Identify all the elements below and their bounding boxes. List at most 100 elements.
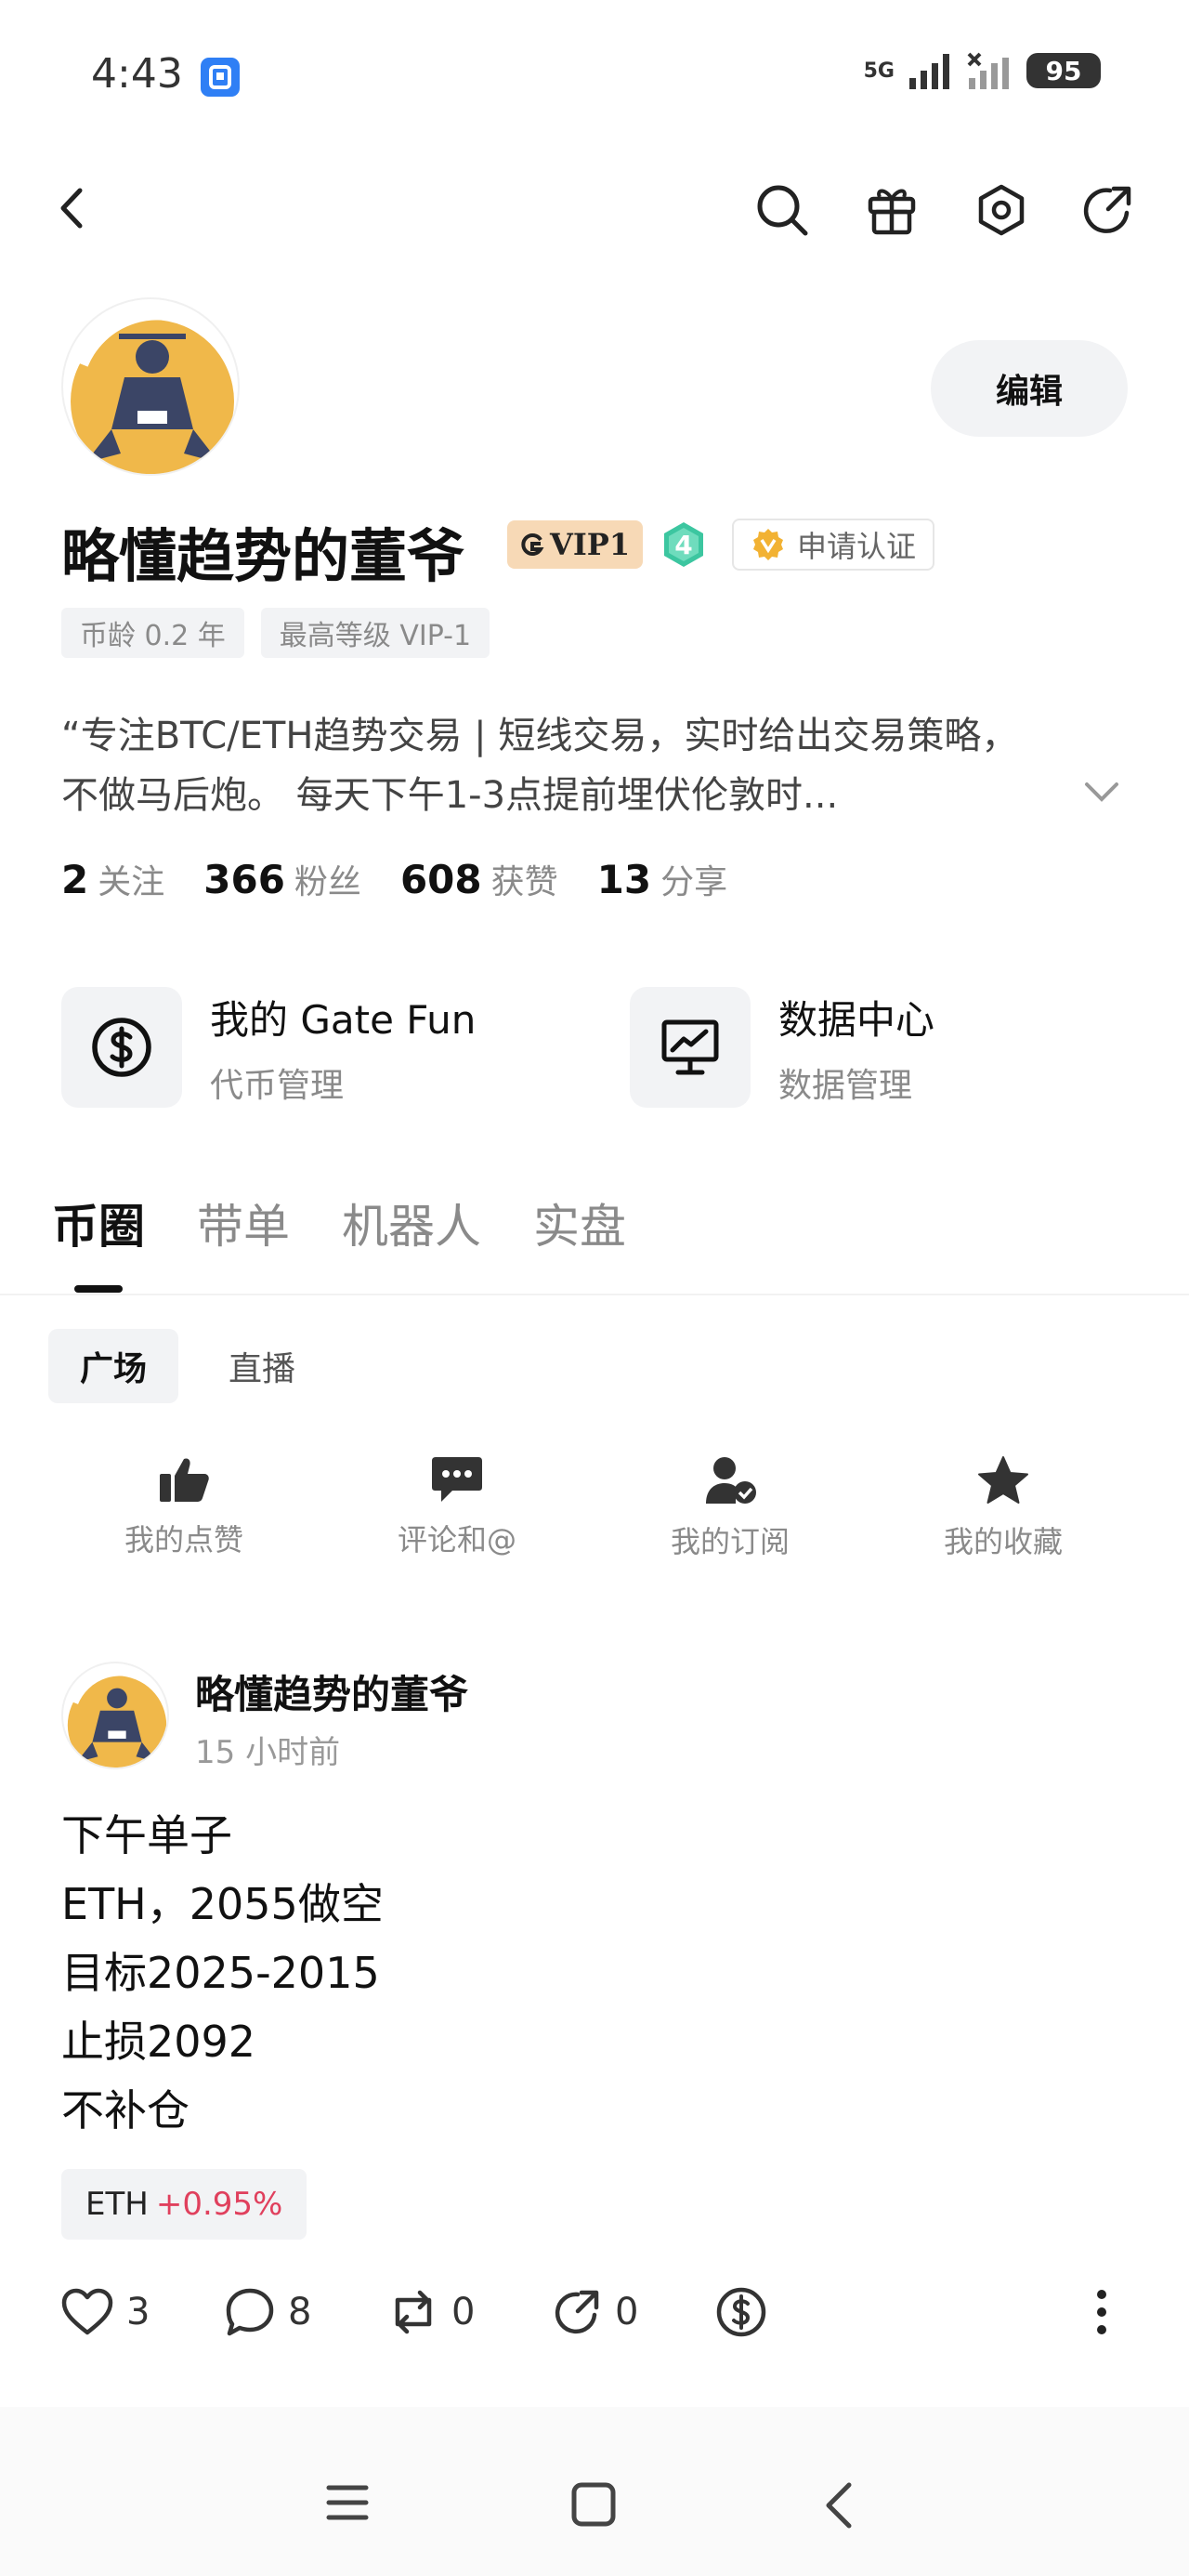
heart-icon: [61, 2288, 113, 2335]
post-actions: 3 8 0 0: [61, 2282, 1139, 2342]
gate-fun-title: 我的 Gate Fun: [210, 996, 477, 1043]
vip-label: VIP1: [550, 527, 631, 562]
post-line: 下午单子: [61, 1810, 232, 1860]
profile-bio[interactable]: “专注BTC/ETH趋势交易 | 短线交易，实时给出交易策略， 不做马后炮。 每…: [61, 706, 1111, 825]
signal-icon: [909, 54, 949, 89]
share-post-button[interactable]: 0: [552, 2282, 638, 2342]
comment-count: 8: [288, 2291, 312, 2333]
thumbs-up-icon: [160, 1458, 209, 1502]
dollar-circle-icon: [61, 987, 182, 1108]
gate-fun-card[interactable]: 我的 Gate Fun 代币管理: [61, 985, 476, 1110]
stat-followers[interactable]: 366 粉丝: [203, 855, 361, 903]
my-subscriptions-label: 我的订阅: [670, 1524, 790, 1559]
sub-tabs: 广场 直播: [48, 1329, 327, 1403]
gift-icon[interactable]: [862, 180, 921, 240]
comment-button[interactable]: 8: [225, 2282, 311, 2342]
home-icon[interactable]: [570, 2481, 617, 2531]
my-likes-label: 我的点赞: [124, 1522, 243, 1557]
repost-button[interactable]: 0: [388, 2282, 475, 2342]
settings-icon[interactable]: [972, 180, 1031, 240]
my-favorites-label: 我的收藏: [943, 1524, 1063, 1559]
content-tabs: 币圈 带单 机器人 实盘: [52, 1189, 626, 1256]
vip-logo-icon: [521, 533, 544, 556]
back-icon[interactable]: [43, 178, 102, 238]
tip-dollar-icon: [716, 2287, 766, 2337]
my-favorites-button[interactable]: 我的收藏: [882, 1455, 1124, 1561]
my-subscriptions-button[interactable]: 我的订阅: [609, 1455, 851, 1561]
stat-followers-label: 粉丝: [294, 863, 361, 901]
share-arrow-icon: [555, 2290, 599, 2334]
profile-stats: 2 关注 366 粉丝 608 获赞 13 分享: [61, 855, 727, 903]
profile-tags: 币龄 0.2 年 最高等级 VIP-1: [61, 608, 490, 658]
system-back-icon[interactable]: [821, 2481, 858, 2533]
profile-name: 略懂趋势的董爷: [61, 522, 465, 590]
stat-shares[interactable]: 13 分享: [597, 855, 727, 903]
tip-button[interactable]: [715, 2282, 767, 2342]
avatar[interactable]: [61, 297, 240, 476]
vip-badge[interactable]: VIP1: [507, 520, 644, 569]
stat-following-label: 关注: [98, 863, 165, 901]
data-center-title: 数据中心: [778, 996, 935, 1043]
level-number: 4: [674, 529, 693, 560]
stat-shares-label: 分享: [660, 863, 728, 901]
repost-count: 0: [451, 2291, 476, 2333]
search-icon[interactable]: [752, 180, 812, 240]
verify-button[interactable]: 申请认证: [732, 519, 935, 571]
chart-monitor-icon: [630, 987, 751, 1108]
tab-copy-trading[interactable]: 带单: [197, 1189, 290, 1256]
comment-bubble-icon: [226, 2288, 274, 2336]
verify-label: 申请认证: [797, 529, 917, 564]
post-timestamp: 15 小时前: [195, 1734, 341, 1771]
status-indicators: 5G 95: [864, 52, 1101, 89]
subscribe-icon: [706, 1457, 756, 1504]
tabs-divider: [0, 1294, 1189, 1295]
subtab-live[interactable]: 直播: [197, 1329, 327, 1403]
more-options-icon[interactable]: [1096, 2282, 1107, 2342]
stat-likes[interactable]: 608 获赞: [400, 855, 558, 903]
stat-following-count: 2: [61, 856, 89, 902]
post-author-avatar[interactable]: [61, 1662, 169, 1769]
post-line: 目标2025-2015: [61, 1948, 380, 1998]
token-chip[interactable]: ETH +0.95%: [61, 2169, 307, 2240]
data-center-card[interactable]: 数据中心 数据管理: [630, 985, 934, 1110]
stat-shares-count: 13: [596, 856, 652, 902]
comments-mentions-label: 评论和@: [397, 1522, 516, 1557]
battery-indicator: 95: [1026, 53, 1101, 88]
comment-icon: [432, 1457, 482, 1502]
comments-mentions-button[interactable]: 评论和@: [336, 1455, 578, 1559]
bio-line-2: 不做马后炮。 每天下午1-3点提前埋伏伦敦时...: [61, 774, 839, 817]
status-time: 4:43: [91, 50, 183, 98]
post-content[interactable]: 下午单子 ETH，2055做空 目标2025-2015 止损2092 不补仓: [61, 1801, 384, 2145]
repost-icon: [395, 2290, 432, 2334]
edit-button[interactable]: 编辑: [931, 340, 1128, 437]
tab-crypto-circle[interactable]: 币圈: [52, 1189, 145, 1256]
tab-live-trading[interactable]: 实盘: [533, 1189, 626, 1256]
stat-following[interactable]: 2 关注: [61, 855, 164, 903]
signal-nosim-icon: [967, 52, 1009, 89]
post-author-name[interactable]: 略懂趋势的董爷: [195, 1663, 468, 1720]
level-badge[interactable]: 4: [660, 520, 708, 569]
stat-likes-count: 608: [399, 856, 482, 902]
gate-fun-subtitle: 代币管理: [210, 1066, 345, 1105]
star-icon: [978, 1456, 1028, 1504]
recent-apps-icon[interactable]: [325, 2483, 370, 2526]
app-notification-icon: [201, 58, 240, 97]
subtab-square[interactable]: 广场: [48, 1329, 179, 1403]
stat-likes-label: 获赞: [490, 863, 558, 901]
active-tab-indicator: [74, 1285, 123, 1293]
network-label: 5G: [863, 59, 895, 83]
like-button[interactable]: 3: [61, 2282, 150, 2342]
max-level-tag: 最高等级 VIP-1: [260, 608, 490, 658]
my-likes-button[interactable]: 我的点赞: [63, 1455, 305, 1559]
token-change: +0.95%: [155, 2186, 283, 2223]
expand-bio-icon[interactable]: [1081, 779, 1122, 808]
account-age-tag: 币龄 0.2 年: [61, 608, 244, 658]
token-name: ETH: [85, 2186, 149, 2223]
share-icon[interactable]: [1079, 180, 1139, 240]
post-line: 不补仓: [61, 2085, 189, 2136]
data-center-subtitle: 数据管理: [778, 1066, 913, 1105]
bio-line-1: “专注BTC/ETH趋势交易 | 短线交易，实时给出交易策略，: [61, 715, 1019, 757]
like-count: 3: [126, 2291, 150, 2333]
stat-followers-count: 366: [203, 856, 285, 902]
tab-bots[interactable]: 机器人: [342, 1189, 481, 1256]
